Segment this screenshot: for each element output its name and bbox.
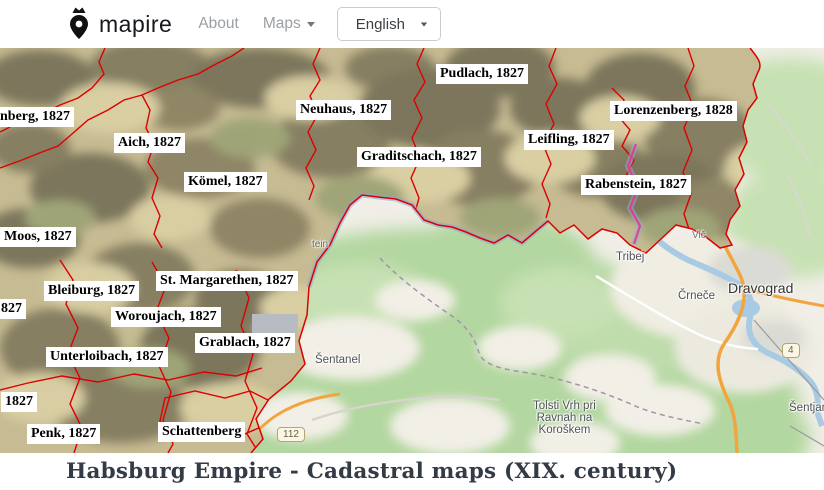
nav-maps-label: Maps xyxy=(263,15,301,33)
cadastral-sheet-label: Lorenzenberg, 1828 xyxy=(610,101,737,121)
cadastral-sheet-label: Aich, 1827 xyxy=(114,133,185,153)
place-name-label: Dravograd xyxy=(728,280,793,296)
cadastral-sheet-label: nberg, 1827 xyxy=(0,107,74,127)
place-name-label: Tribej xyxy=(616,251,644,263)
nav-about[interactable]: About xyxy=(198,15,239,33)
cadastral-sheet-label: Kömel, 1827 xyxy=(184,172,267,192)
place-name-label: Šentjanž xyxy=(789,402,824,414)
app-header: mapire About Maps English xyxy=(0,0,824,48)
brand-name: mapire xyxy=(99,11,172,38)
cadastral-sheet-label: Moos, 1827 xyxy=(0,227,76,247)
cadastral-sheet-label: Neuhaus, 1827 xyxy=(296,100,391,120)
cadastral-sheet-label: 1827 xyxy=(1,392,37,412)
main-nav: About Maps xyxy=(198,15,314,33)
cadastral-sheet-label: Schattenberg xyxy=(158,422,245,442)
language-select[interactable]: English xyxy=(337,7,441,41)
place-name-label: Šentanel xyxy=(315,354,360,366)
language-select-value: English xyxy=(356,16,405,33)
select-caret-icon xyxy=(421,22,427,26)
road-number-shield: 112 xyxy=(277,427,305,442)
cadastral-sheet-label: St. Margarethen, 1827 xyxy=(156,271,298,291)
cadastral-sheet-label: Bleiburg, 1827 xyxy=(44,281,139,301)
cadastral-sheet-label: 827 xyxy=(0,299,26,319)
cadastral-sheet-label: Rabenstein, 1827 xyxy=(581,175,691,195)
place-name-label: Tolsti Vrh pri Ravnah na Koroškem xyxy=(533,400,596,436)
cadastral-sheet-label: Pudlach, 1827 xyxy=(436,64,528,84)
cadastral-sheet-label: Woroujach, 1827 xyxy=(111,307,221,327)
map-canvas[interactable]: nberg, 1827 Aich, 1827 Kömel, 1827 Neuhaus,… xyxy=(0,48,824,453)
cadastral-sheet-label: Penk, 1827 xyxy=(27,424,100,444)
cadastral-sheet-label: Leifling, 1827 xyxy=(524,130,614,150)
cadastral-sheet-label: Unterloibach, 1827 xyxy=(46,347,168,367)
cadastral-sheet-label: Grablach, 1827 xyxy=(195,333,295,353)
map-pin-crown-icon xyxy=(66,6,92,42)
place-name-label: Vič xyxy=(692,230,706,241)
road-number-shield: 4 xyxy=(782,343,800,358)
place-name-label: Črneče xyxy=(678,290,715,302)
page-title: Habsburg Empire - Cadastral maps (XIX. c… xyxy=(0,453,824,484)
page-footer: Habsburg Empire - Cadastral maps (XIX. c… xyxy=(0,453,824,490)
cadastral-sheet-label: Graditschach, 1827 xyxy=(357,147,481,167)
chevron-down-icon xyxy=(307,22,315,27)
place-name-label: tein xyxy=(312,239,328,250)
mapire-logo[interactable]: mapire xyxy=(66,6,172,42)
nav-maps[interactable]: Maps xyxy=(263,15,315,33)
